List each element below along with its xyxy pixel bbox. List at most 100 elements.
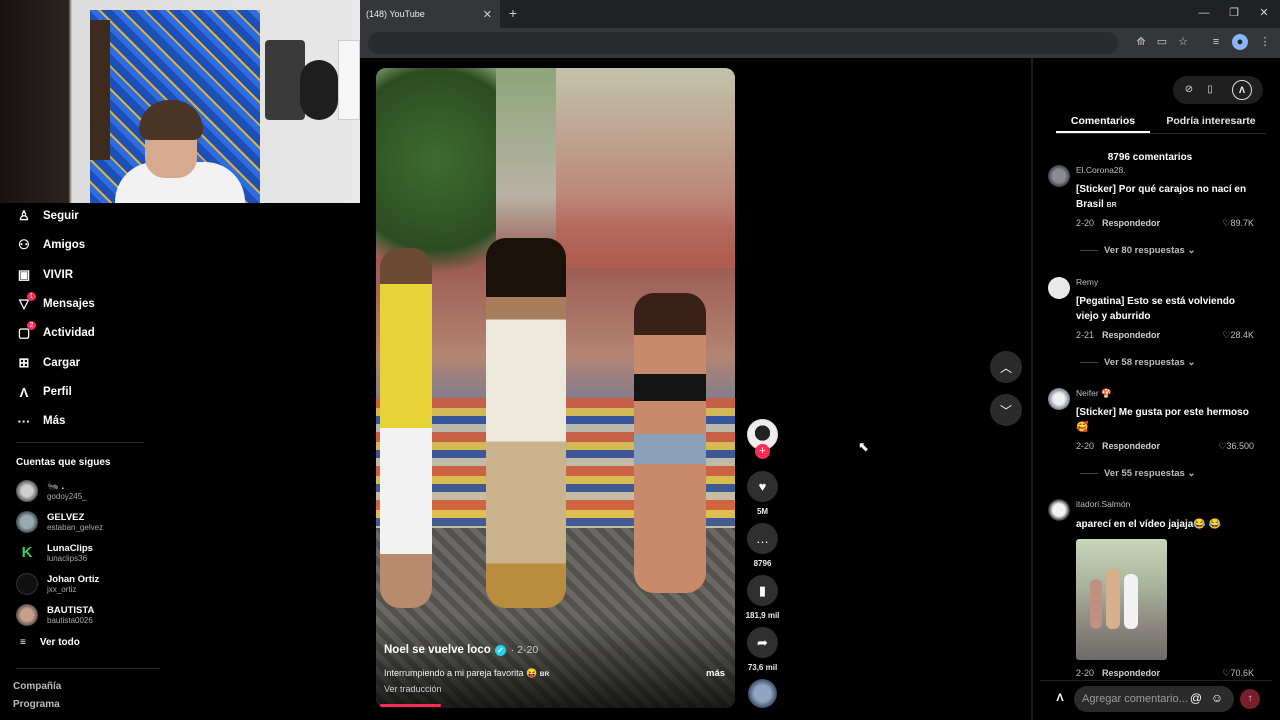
sidebar-item-vivir[interactable]: ▣ VIVIR bbox=[16, 264, 73, 286]
comment-meta: 2-20 Respondedor bbox=[1076, 218, 1160, 228]
commenter-name[interactable]: Remy bbox=[1076, 277, 1098, 287]
sidebar-item-label: Perfil bbox=[43, 386, 72, 398]
sidebar-item-más[interactable]: ··· Más bbox=[16, 410, 66, 432]
bookmark-icon: ▮ bbox=[758, 582, 767, 598]
save-button[interactable]: ▮ bbox=[747, 575, 778, 606]
more-button[interactable]: más bbox=[706, 668, 725, 679]
video-author[interactable]: Noel se vuelve loco ✓ · 2-20 bbox=[384, 644, 538, 656]
cast-icon[interactable]: ▭ bbox=[1154, 34, 1170, 50]
commenter-name[interactable]: itadori.Salmón bbox=[1076, 499, 1130, 509]
description-tag: BR bbox=[539, 671, 550, 678]
collapse-icon[interactable]: Λ bbox=[1052, 690, 1068, 706]
mention-icon[interactable]: @ bbox=[1189, 691, 1203, 705]
video-date: · 2-20 bbox=[510, 644, 539, 656]
footer-program-link[interactable]: Programa bbox=[13, 699, 60, 710]
comment-like[interactable]: ♡89.7K bbox=[1222, 218, 1254, 229]
minimize-button[interactable]: — bbox=[1194, 4, 1214, 22]
tab-you-may-like[interactable]: Podría interesarte bbox=[1158, 115, 1264, 127]
sidebar-item-actividad[interactable]: ▢ 2 Actividad bbox=[16, 321, 95, 344]
follow-plus-icon[interactable]: + bbox=[755, 444, 770, 459]
like-button[interactable]: ♥ bbox=[747, 471, 778, 502]
commenter-avatar[interactable] bbox=[1048, 277, 1070, 299]
sidebar-item-perfil[interactable]: Λ Perfil bbox=[16, 381, 72, 403]
emoji-icon[interactable]: ☺ bbox=[1210, 691, 1224, 705]
webcam-overlay bbox=[0, 0, 360, 203]
sidebar-item-mensajes[interactable]: ▽ 1 Mensajes bbox=[16, 292, 95, 315]
comment-like[interactable]: ♡28.4K bbox=[1222, 330, 1254, 341]
video-progress-bar[interactable] bbox=[380, 704, 441, 707]
address-bar[interactable] bbox=[368, 32, 1118, 54]
video-player[interactable] bbox=[376, 68, 735, 708]
view-replies[interactable]: Ver 58 respuestas ⌄ bbox=[1080, 357, 1195, 368]
dancer-left bbox=[380, 248, 432, 608]
followed-account[interactable]: 🐜 . godoy245_ bbox=[16, 478, 87, 504]
mobile-icon[interactable]: ▯ bbox=[1202, 82, 1218, 98]
commenter-name[interactable]: Neifer 🍄 bbox=[1076, 388, 1112, 399]
previous-video-button[interactable]: ︿ bbox=[990, 351, 1022, 383]
close-window-button[interactable]: ✕ bbox=[1254, 4, 1274, 22]
share-button[interactable]: ➦ bbox=[747, 627, 778, 658]
browser-tab[interactable]: (148) YouTube ✕ bbox=[360, 0, 500, 28]
comment-total: 8796 comentarios bbox=[1107, 152, 1193, 163]
view-replies-label: Ver 80 respuestas bbox=[1104, 245, 1185, 256]
sidebar-item-label: Cargar bbox=[43, 357, 81, 369]
reply-button[interactable]: Respondedor bbox=[1102, 330, 1160, 340]
save-count: 181,9 mil bbox=[745, 611, 780, 620]
footer-company-link[interactable]: Compañía bbox=[13, 681, 61, 692]
tab-title: (148) YouTube bbox=[366, 9, 425, 19]
compass-icon[interactable]: ⊘ bbox=[1181, 82, 1197, 98]
comment-item: Neifer 🍄 [Sticker] Me gusta por este her… bbox=[1048, 388, 1258, 488]
comment-meta: 2-20 Respondedor bbox=[1076, 668, 1160, 678]
sidebar-item-label: Más bbox=[43, 415, 66, 427]
send-button[interactable]: ↑ bbox=[1240, 689, 1260, 709]
sidebar-item-seguir[interactable]: ♙ Seguir bbox=[16, 205, 79, 227]
comment-button[interactable]: … bbox=[747, 523, 778, 554]
menu-icon[interactable]: ⋮ bbox=[1257, 34, 1273, 50]
comment-like-count: 89.7K bbox=[1230, 218, 1254, 228]
commenter-avatar[interactable] bbox=[1048, 388, 1070, 410]
reply-button[interactable]: Respondedor bbox=[1102, 668, 1160, 678]
view-replies[interactable]: Ver 80 respuestas ⌄ bbox=[1080, 245, 1195, 256]
profile-icon[interactable]: ● bbox=[1232, 34, 1248, 50]
poster bbox=[338, 40, 360, 120]
followed-account[interactable]: BAUTISTA bautista0026 bbox=[16, 602, 94, 628]
reply-button[interactable]: Respondedor bbox=[1102, 441, 1160, 451]
commenter-avatar[interactable] bbox=[1048, 165, 1070, 187]
comment-like[interactable]: ♡70.6K bbox=[1222, 668, 1254, 679]
sidebar-item-amigos[interactable]: ⚇ Amigos bbox=[16, 234, 85, 256]
profile-avatar[interactable]: Λ bbox=[1232, 80, 1252, 100]
new-tab-button[interactable]: + bbox=[506, 5, 520, 21]
see-all-link[interactable]: ≡ Ver todo bbox=[20, 637, 80, 648]
reply-button[interactable]: Respondedor bbox=[1102, 218, 1160, 228]
followed-account[interactable]: K LunaClips lunaclips36 bbox=[16, 540, 93, 566]
followed-account[interactable]: GELVEZ estaban_gelvez bbox=[16, 509, 103, 535]
shelf bbox=[265, 40, 305, 120]
comment-like-count: 70.6K bbox=[1230, 668, 1254, 678]
chevron-up-icon: ︿ bbox=[999, 360, 1012, 375]
restore-button[interactable]: ❐ bbox=[1224, 4, 1244, 22]
tab-comments[interactable]: Comentarios bbox=[1057, 115, 1149, 127]
dancer-right bbox=[634, 293, 706, 593]
translate-link[interactable]: Ver traducción bbox=[384, 684, 442, 694]
commenter-avatar[interactable] bbox=[1048, 499, 1070, 521]
sidebar-item-cargar[interactable]: ⊞ Cargar bbox=[16, 352, 81, 374]
comment-item: El.Corona28. [Sticker] Por qué carajos n… bbox=[1048, 165, 1258, 265]
comment-tag: BR bbox=[1106, 202, 1117, 209]
activity-icon: ▢ 2 bbox=[16, 321, 36, 341]
comment-image[interactable] bbox=[1076, 539, 1167, 660]
mouse-cursor-icon: ⬉ bbox=[858, 439, 869, 454]
comment-icon: … bbox=[756, 531, 769, 546]
comment-like[interactable]: ♡36.500 bbox=[1218, 441, 1254, 452]
view-replies[interactable]: Ver 55 respuestas ⌄ bbox=[1080, 468, 1195, 479]
star-icon[interactable]: ☆ bbox=[1175, 34, 1191, 50]
queue-icon[interactable]: ≡ bbox=[1208, 34, 1224, 50]
tab-close-icon[interactable]: ✕ bbox=[483, 8, 492, 21]
friends-icon: ⚇ bbox=[18, 237, 30, 252]
next-video-button[interactable]: ﹀ bbox=[990, 394, 1022, 426]
followed-account[interactable]: Johan Ortiz jxx_ortiz bbox=[16, 571, 99, 597]
translate-icon[interactable]: ⟰ bbox=[1133, 34, 1149, 50]
view-replies-label: Ver 58 respuestas bbox=[1104, 357, 1185, 368]
commenter-name[interactable]: El.Corona28. bbox=[1076, 165, 1126, 175]
messages-icon: ▽ 1 bbox=[16, 292, 36, 312]
music-disc-icon[interactable] bbox=[748, 679, 777, 708]
